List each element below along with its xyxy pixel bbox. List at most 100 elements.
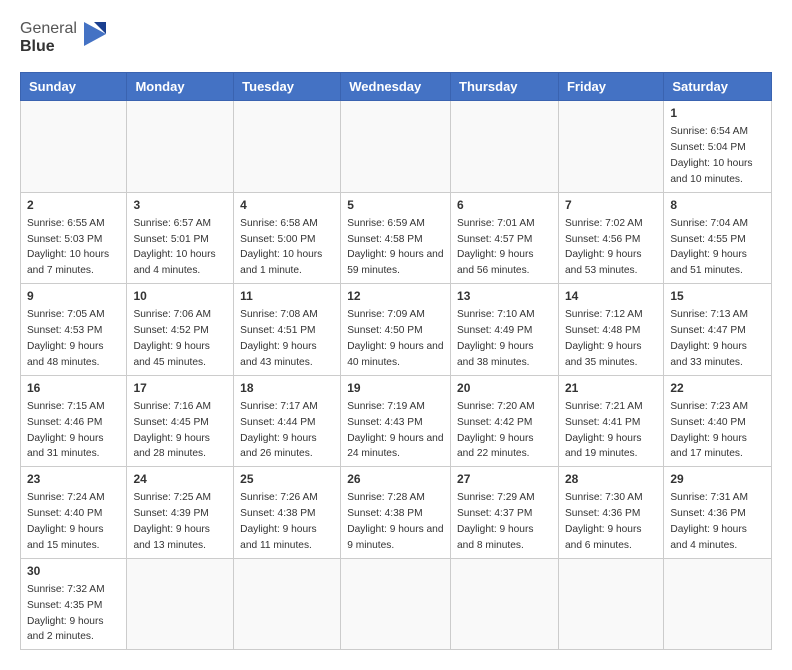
day-number: 12	[347, 288, 444, 305]
cell-info: Sunrise: 7:24 AM Sunset: 4:40 PM Dayligh…	[27, 492, 105, 550]
day-number: 23	[27, 471, 120, 488]
day-number: 13	[457, 288, 552, 305]
calendar-cell: 7 Sunrise: 7:02 AM Sunset: 4:56 PM Daylig…	[558, 192, 663, 284]
logo-text: General Blue	[20, 20, 77, 56]
cell-info: Sunrise: 7:10 AM Sunset: 4:49 PM Dayligh…	[457, 309, 535, 367]
day-number: 17	[133, 380, 227, 397]
logo-area: General Blue	[20, 20, 108, 56]
day-number: 28	[565, 471, 657, 488]
cell-info: Sunrise: 7:02 AM Sunset: 4:56 PM Dayligh…	[565, 218, 643, 276]
cell-info: Sunrise: 7:08 AM Sunset: 4:51 PM Dayligh…	[240, 309, 318, 367]
cell-info: Sunrise: 7:29 AM Sunset: 4:37 PM Dayligh…	[457, 492, 535, 550]
cell-info: Sunrise: 7:17 AM Sunset: 4:44 PM Dayligh…	[240, 401, 318, 459]
calendar-cell: 14 Sunrise: 7:12 AM Sunset: 4:48 PM Dayli…	[558, 284, 663, 376]
cell-info: Sunrise: 7:04 AM Sunset: 4:55 PM Dayligh…	[670, 218, 748, 276]
calendar-cell	[558, 558, 663, 650]
calendar-cell: 29 Sunrise: 7:31 AM Sunset: 4:36 PM Dayli…	[664, 467, 772, 559]
calendar-cell: 11 Sunrise: 7:08 AM Sunset: 4:51 PM Dayli…	[234, 284, 341, 376]
day-number: 15	[670, 288, 765, 305]
calendar-cell: 18 Sunrise: 7:17 AM Sunset: 4:44 PM Dayli…	[234, 375, 341, 467]
day-number: 16	[27, 380, 120, 397]
day-number: 9	[27, 288, 120, 305]
day-number: 2	[27, 197, 120, 214]
cell-info: Sunrise: 6:55 AM Sunset: 5:03 PM Dayligh…	[27, 218, 109, 276]
calendar-cell	[127, 558, 234, 650]
calendar-cell	[558, 101, 663, 193]
calendar-cell: 13 Sunrise: 7:10 AM Sunset: 4:49 PM Dayli…	[451, 284, 559, 376]
day-number: 22	[670, 380, 765, 397]
calendar-cell: 19Sunrise: 7:19 AM Sunset: 4:43 PM Dayli…	[341, 375, 451, 467]
day-number: 4	[240, 197, 334, 214]
calendar-cell	[234, 101, 341, 193]
calendar-cell: 17 Sunrise: 7:16 AM Sunset: 4:45 PM Dayli…	[127, 375, 234, 467]
calendar-cell: 9 Sunrise: 7:05 AM Sunset: 4:53 PM Daylig…	[21, 284, 127, 376]
cell-info: Sunrise: 7:19 AM Sunset: 4:43 PM Dayligh…	[347, 401, 443, 459]
calendar-cell: 12 Sunrise: 7:09 AM Sunset: 4:50 PM Dayli…	[341, 284, 451, 376]
calendar-cell: 26 Sunrise: 7:28 AM Sunset: 4:38 PM Dayli…	[341, 467, 451, 559]
day-number: 3	[133, 197, 227, 214]
cell-info: Sunrise: 7:09 AM Sunset: 4:50 PM Dayligh…	[347, 309, 443, 367]
calendar-cell: 1Sunrise: 6:54 AM Sunset: 5:04 PM Daylig…	[664, 101, 772, 193]
calendar-cell	[664, 558, 772, 650]
day-header-thursday: Thursday	[451, 73, 559, 101]
cell-info: Sunrise: 7:32 AM Sunset: 4:35 PM Dayligh…	[27, 584, 105, 642]
calendar-cell: 4 Sunrise: 6:58 AM Sunset: 5:00 PM Daylig…	[234, 192, 341, 284]
calendar-cell: 5 Sunrise: 6:59 AM Sunset: 4:58 PM Daylig…	[341, 192, 451, 284]
logo: General Blue	[20, 20, 108, 56]
day-header-friday: Friday	[558, 73, 663, 101]
day-number: 6	[457, 197, 552, 214]
day-number: 10	[133, 288, 227, 305]
week-row-5: 30 Sunrise: 7:32 AM Sunset: 4:35 PM Dayli…	[21, 558, 772, 650]
day-number: 18	[240, 380, 334, 397]
cell-info: Sunrise: 7:15 AM Sunset: 4:46 PM Dayligh…	[27, 401, 105, 459]
cell-info: Sunrise: 6:58 AM Sunset: 5:00 PM Dayligh…	[240, 218, 322, 276]
calendar-cell	[234, 558, 341, 650]
calendar-cell: 8 Sunrise: 7:04 AM Sunset: 4:55 PM Daylig…	[664, 192, 772, 284]
calendar-cell: 10 Sunrise: 7:06 AM Sunset: 4:52 PM Dayli…	[127, 284, 234, 376]
calendar-cell: 6 Sunrise: 7:01 AM Sunset: 4:57 PM Daylig…	[451, 192, 559, 284]
cell-info: Sunrise: 7:05 AM Sunset: 4:53 PM Dayligh…	[27, 309, 105, 367]
day-number: 24	[133, 471, 227, 488]
day-number: 7	[565, 197, 657, 214]
day-number: 29	[670, 471, 765, 488]
cell-info: Sunrise: 6:59 AM Sunset: 4:58 PM Dayligh…	[347, 218, 443, 276]
calendar-cell: 27 Sunrise: 7:29 AM Sunset: 4:37 PM Dayli…	[451, 467, 559, 559]
day-header-wednesday: Wednesday	[341, 73, 451, 101]
week-row-0: 1Sunrise: 6:54 AM Sunset: 5:04 PM Daylig…	[21, 101, 772, 193]
cell-info: Sunrise: 7:31 AM Sunset: 4:36 PM Dayligh…	[670, 492, 748, 550]
cell-info: Sunrise: 6:54 AM Sunset: 5:04 PM Dayligh…	[670, 126, 752, 184]
calendar-cell	[127, 101, 234, 193]
calendar-cell	[451, 101, 559, 193]
cell-info: Sunrise: 7:16 AM Sunset: 4:45 PM Dayligh…	[133, 401, 211, 459]
cell-info: Sunrise: 7:28 AM Sunset: 4:38 PM Dayligh…	[347, 492, 443, 550]
calendar-cell: 22 Sunrise: 7:23 AM Sunset: 4:40 PM Dayli…	[664, 375, 772, 467]
day-number: 27	[457, 471, 552, 488]
cell-info: Sunrise: 7:06 AM Sunset: 4:52 PM Dayligh…	[133, 309, 211, 367]
calendar-cell: 20 Sunrise: 7:20 AM Sunset: 4:42 PM Dayli…	[451, 375, 559, 467]
cell-info: Sunrise: 7:12 AM Sunset: 4:48 PM Dayligh…	[565, 309, 643, 367]
cell-info: Sunrise: 7:23 AM Sunset: 4:40 PM Dayligh…	[670, 401, 748, 459]
day-header-monday: Monday	[127, 73, 234, 101]
logo-triangle-icon	[80, 20, 108, 56]
cell-info: Sunrise: 7:01 AM Sunset: 4:57 PM Dayligh…	[457, 218, 535, 276]
cell-info: Sunrise: 7:20 AM Sunset: 4:42 PM Dayligh…	[457, 401, 535, 459]
day-number: 21	[565, 380, 657, 397]
calendar-cell: 30 Sunrise: 7:32 AM Sunset: 4:35 PM Dayli…	[21, 558, 127, 650]
day-number: 20	[457, 380, 552, 397]
cell-info: Sunrise: 7:13 AM Sunset: 4:47 PM Dayligh…	[670, 309, 748, 367]
calendar-grid: SundayMondayTuesdayWednesdayThursdayFrid…	[20, 72, 772, 650]
calendar-cell	[341, 558, 451, 650]
cell-info: Sunrise: 7:21 AM Sunset: 4:41 PM Dayligh…	[565, 401, 643, 459]
cell-info: Sunrise: 7:25 AM Sunset: 4:39 PM Dayligh…	[133, 492, 211, 550]
day-number: 5	[347, 197, 444, 214]
day-number: 11	[240, 288, 334, 305]
calendar-cell	[341, 101, 451, 193]
day-number: 14	[565, 288, 657, 305]
calendar-cell	[21, 101, 127, 193]
week-row-2: 9 Sunrise: 7:05 AM Sunset: 4:53 PM Daylig…	[21, 284, 772, 376]
day-number: 30	[27, 563, 120, 580]
day-number: 26	[347, 471, 444, 488]
day-number: 8	[670, 197, 765, 214]
header-section: General Blue	[20, 20, 772, 56]
calendar-cell: 25Sunrise: 7:26 AM Sunset: 4:38 PM Dayli…	[234, 467, 341, 559]
